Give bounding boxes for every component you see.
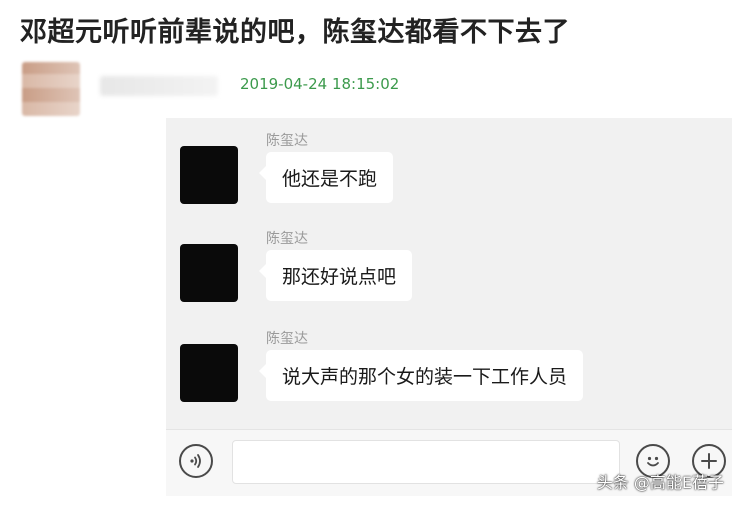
sender-avatar[interactable] bbox=[180, 344, 238, 402]
sender-avatar[interactable] bbox=[180, 244, 238, 302]
sender-name: 陈玺达 bbox=[266, 331, 308, 347]
message-bubble[interactable]: 他还是不跑 bbox=[258, 152, 394, 203]
poster-avatar-blurred bbox=[22, 62, 80, 116]
message-input[interactable] bbox=[232, 440, 620, 484]
post-timestamp: 2019-04-24 18:15:02 bbox=[240, 75, 400, 93]
chat-screenshot: 陈玺达 他还是不跑 陈玺达 那还好说点吧 陈玺达 说大声的那个女的装一下工作人员 bbox=[166, 118, 732, 496]
poster-name-blurred bbox=[100, 76, 218, 96]
plus-icon bbox=[701, 453, 717, 469]
message-bubble[interactable]: 那还好说点吧 bbox=[258, 250, 413, 301]
sender-name: 陈玺达 bbox=[266, 133, 308, 149]
watermark: 头条 @高能E蓓子 bbox=[596, 473, 724, 492]
message-bubble[interactable]: 说大声的那个女的装一下工作人员 bbox=[258, 350, 584, 401]
voice-button[interactable] bbox=[179, 444, 213, 478]
sender-avatar[interactable] bbox=[180, 146, 238, 204]
sender-name: 陈玺达 bbox=[266, 231, 308, 247]
headline: 邓超元听听前辈说的吧，陈玺达都看不下去了 bbox=[20, 17, 570, 48]
voice-icon bbox=[190, 454, 201, 468]
